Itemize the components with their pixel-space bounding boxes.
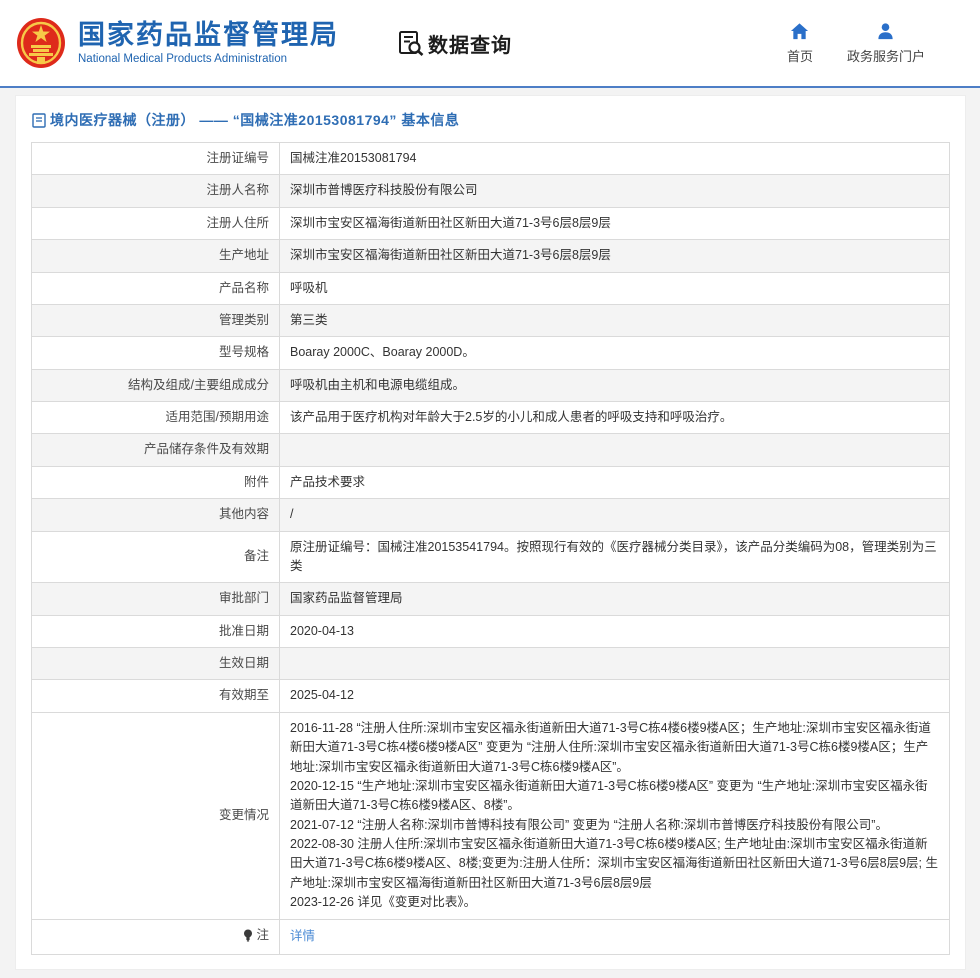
row-value: 呼吸机 — [280, 272, 950, 304]
row-label: 批准日期 — [32, 615, 280, 647]
national-emblem-icon — [16, 17, 66, 69]
row-label: 附件 — [32, 466, 280, 498]
row-label: 生效日期 — [32, 648, 280, 680]
site-header: 国家药品监督管理局 National Medical Products Admi… — [0, 0, 980, 88]
row-label: 结构及组成/主要组成成分 — [32, 369, 280, 401]
detail-link[interactable]: 详情 — [290, 929, 315, 943]
row-value: 详情 — [280, 919, 950, 955]
top-nav: 首页 政务服务门户 — [787, 22, 925, 65]
table-row: 适用范围/预期用途该产品用于医疗机构对年龄大于2.5岁的小儿和成人患者的呼吸支持… — [32, 402, 950, 434]
row-value: 呼吸机由主机和电源电缆组成。 — [280, 369, 950, 401]
row-label: 审批部门 — [32, 583, 280, 615]
table-row: 型号规格Boaray 2000C、Boaray 2000D。 — [32, 337, 950, 369]
row-label: 其他内容 — [32, 499, 280, 531]
table-row: 审批部门国家药品监督管理局 — [32, 583, 950, 615]
org-titles: 国家药品监督管理局 National Medical Products Admi… — [78, 21, 339, 66]
row-value: 第三类 — [280, 304, 950, 336]
change-entry: 2016-11-28 “注册人住所:深圳市宝安区福永街道新田大道71-3号C栋4… — [290, 719, 939, 777]
row-label: 注册人住所 — [32, 207, 280, 239]
table-row: 变更情况2016-11-28 “注册人住所:深圳市宝安区福永街道新田大道71-3… — [32, 712, 950, 919]
page-title-bar: 境内医疗器械（注册） —— “国械注准20153081794” 基本信息 — [31, 96, 950, 142]
page-title: 境内医疗器械（注册） —— “国械注准20153081794” 基本信息 — [50, 110, 459, 130]
table-row: 注册证编号国械注准20153081794 — [32, 143, 950, 175]
data-query-icon — [397, 30, 424, 57]
nav-home-label: 首页 — [787, 46, 813, 65]
row-label: 产品名称 — [32, 272, 280, 304]
row-label: 备注 — [32, 531, 280, 583]
row-value: 国械注准20153081794 — [280, 143, 950, 175]
nav-item-home[interactable]: 首页 — [787, 22, 813, 65]
row-label: 型号规格 — [32, 337, 280, 369]
document-icon — [32, 113, 46, 128]
change-entry: 2023-12-26 详见《变更对比表》。 — [290, 893, 939, 912]
row-value: 深圳市宝安区福海街道新田社区新田大道71-3号6层8层9层 — [280, 207, 950, 239]
table-row: 注册人名称深圳市普博医疗科技股份有限公司 — [32, 175, 950, 207]
registration-info-table: 注册证编号国械注准20153081794注册人名称深圳市普博医疗科技股份有限公司… — [31, 142, 950, 955]
org-name-zh: 国家药品监督管理局 — [78, 21, 339, 51]
row-value: Boaray 2000C、Boaray 2000D。 — [280, 337, 950, 369]
table-row: 批准日期2020-04-13 — [32, 615, 950, 647]
row-value: 2025-04-12 — [280, 680, 950, 712]
change-entry: 2021-07-12 “注册人名称:深圳市普博科技有限公司” 变更为 “注册人名… — [290, 816, 939, 835]
data-query-entry[interactable]: 数据查询 — [397, 29, 512, 58]
row-value: / — [280, 499, 950, 531]
row-value — [280, 648, 950, 680]
table-row: 结构及组成/主要组成成分呼吸机由主机和电源电缆组成。 — [32, 369, 950, 401]
table-row: 生产地址深圳市宝安区福海街道新田社区新田大道71-3号6层8层9层 — [32, 240, 950, 272]
row-value: 国家药品监督管理局 — [280, 583, 950, 615]
row-value: 2020-04-13 — [280, 615, 950, 647]
row-value: 该产品用于医疗机构对年龄大于2.5岁的小儿和成人患者的呼吸支持和呼吸治疗。 — [280, 402, 950, 434]
row-value: 深圳市宝安区福海街道新田社区新田大道71-3号6层8层9层 — [280, 240, 950, 272]
row-value: 2016-11-28 “注册人住所:深圳市宝安区福永街道新田大道71-3号C栋4… — [280, 712, 950, 919]
table-row: 其他内容/ — [32, 499, 950, 531]
table-row: 附件产品技术要求 — [32, 466, 950, 498]
org-name-en: National Medical Products Administration — [78, 53, 339, 65]
table-row: 备注原注册证编号：国械注准20153541794。按照现行有效的《医疗器械分类目… — [32, 531, 950, 583]
row-label: 有效期至 — [32, 680, 280, 712]
row-label: 注 — [32, 919, 280, 955]
row-label: 注册证编号 — [32, 143, 280, 175]
row-value — [280, 434, 950, 466]
table-row: 注册人住所深圳市宝安区福海街道新田社区新田大道71-3号6层8层9层 — [32, 207, 950, 239]
table-row: 有效期至2025-04-12 — [32, 680, 950, 712]
row-value: 原注册证编号：国械注准20153541794。按照现行有效的《医疗器械分类目录》… — [280, 531, 950, 583]
home-icon — [790, 22, 809, 41]
bulb-icon — [243, 929, 253, 942]
table-row: 生效日期 — [32, 648, 950, 680]
info-table-body: 注册证编号国械注准20153081794注册人名称深圳市普博医疗科技股份有限公司… — [32, 143, 950, 955]
row-label: 产品储存条件及有效期 — [32, 434, 280, 466]
note-label: 注 — [243, 926, 269, 945]
row-label: 变更情况 — [32, 712, 280, 919]
row-value: 深圳市普博医疗科技股份有限公司 — [280, 175, 950, 207]
change-entry: 2020-12-15 “生产地址:深圳市宝安区福永街道新田大道71-3号C栋6楼… — [290, 777, 939, 816]
nav-portal-label: 政务服务门户 — [847, 46, 925, 65]
table-row: 注 详情 — [32, 919, 950, 955]
row-value: 产品技术要求 — [280, 466, 950, 498]
nav-item-service-portal[interactable]: 政务服务门户 — [847, 22, 925, 65]
row-label: 生产地址 — [32, 240, 280, 272]
table-row: 产品名称呼吸机 — [32, 272, 950, 304]
data-query-label: 数据查询 — [428, 29, 512, 58]
table-row: 产品储存条件及有效期 — [32, 434, 950, 466]
row-label: 适用范围/预期用途 — [32, 402, 280, 434]
user-icon — [876, 22, 895, 41]
row-label: 注册人名称 — [32, 175, 280, 207]
content-panel: 境内医疗器械（注册） —— “国械注准20153081794” 基本信息 注册证… — [15, 95, 966, 970]
row-label: 管理类别 — [32, 304, 280, 336]
change-entry: 2022-08-30 注册人住所:深圳市宝安区福永街道新田大道71-3号C栋6楼… — [290, 835, 939, 893]
table-row: 管理类别第三类 — [32, 304, 950, 336]
